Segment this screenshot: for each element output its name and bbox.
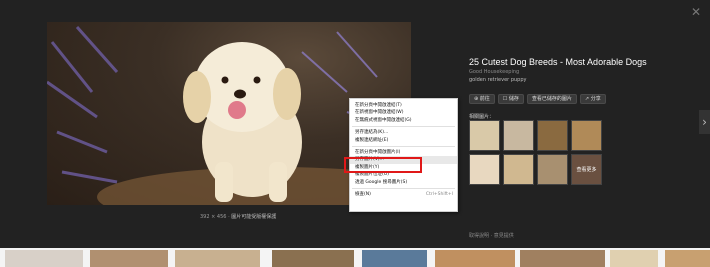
view-saved-button[interactable]: 查看已儲存的圖片 [526,94,577,104]
related-images-grid: 查看更多 [469,120,603,185]
strip-thumb[interactable] [520,250,605,267]
share-button[interactable]: ↗ 分享 [579,94,606,104]
info-panel: 25 Cutest Dog Breeds - Most Adorable Dog… [469,56,691,104]
menu-item-label: 檢查(N) [355,191,371,197]
related-thumb[interactable] [469,154,500,185]
menu-item[interactable]: 在新視窗中開啟連結(W) [350,109,457,116]
menu-item[interactable]: 檢查(N) Ctrl+Shift+I [350,191,457,198]
context-menu: 在新分頁中開啟連結(T) 在新視窗中開啟連結(W) 在無痕式視窗中開啟連結(G) 另存… [349,98,458,212]
related-thumb[interactable] [469,120,500,151]
strip-thumb[interactable] [175,250,260,267]
menu-item[interactable]: 透過 Google 搜尋圖片(S) [350,179,457,186]
menu-separator [352,187,455,189]
strip-thumb[interactable] [435,250,515,267]
menu-item-label: 在新分頁中開啟連結(T) [355,103,402,108]
menu-separator [352,126,455,128]
source-name: Good Housekeeping [469,69,520,75]
related-thumb[interactable] [503,154,534,185]
menu-item[interactable]: 另存連結為(K)... [350,129,457,136]
related-thumb[interactable] [571,120,602,151]
copyright-link[interactable]: 圖片可能受版權保護 [231,214,276,220]
save-button[interactable]: ☐ 儲存 [497,94,524,104]
strip-thumb[interactable] [5,250,83,267]
strip-thumb[interactable] [90,250,168,267]
menu-separator [352,145,455,147]
visit-button[interactable]: ⊕ 前往 [469,94,495,104]
related-images-label: 相關圖片： [469,114,495,120]
related-thumb[interactable] [537,154,568,185]
view-more-button[interactable]: 查看更多 [571,154,602,185]
menu-item-label: 透過 Google 搜尋圖片(S) [355,179,408,185]
menu-item[interactable]: 在新分頁中開啟連結(T) [350,102,457,109]
strip-thumb[interactable] [610,250,658,267]
strip-thumb[interactable] [362,250,427,267]
menu-item[interactable]: 在新分頁中開啟圖片(I) [350,149,457,156]
menu-item-label: 在無痕式視窗中開啟連結(G) [355,117,412,123]
thumbnail-strip [0,248,710,267]
menu-item-label: 在新視窗中開啟連結(W) [355,110,404,116]
menu-item-shortcut: Ctrl+Shift+I [425,191,453,197]
menu-item[interactable]: 複製連結網址(E) [350,137,457,144]
image-size: 392 × 456 [200,214,227,220]
highlight-annotation [344,157,422,173]
close-icon[interactable]: ✕ [690,6,702,18]
strip-thumb[interactable] [272,250,354,267]
chevron-right-icon[interactable]: › [699,110,710,134]
menu-item-label: 另存連結為(K)... [355,130,389,136]
image-meta: 392 × 456 · 圖片可能受版權保護 [200,214,277,220]
menu-item[interactable]: 在無痕式視窗中開啟連結(G) [350,117,457,124]
menu-item-label: 在新分頁中開啟圖片(I) [355,149,401,155]
action-row: ⊕ 前往 ☐ 儲存 查看已儲存的圖片 ↗ 分享 [469,94,691,104]
related-thumb[interactable] [503,120,534,151]
strip-thumb[interactable] [665,250,710,267]
footer-links[interactable]: 取得說明 · 意見提供 [469,232,514,239]
related-thumb[interactable] [537,120,568,151]
image-description: golden retriever puppy [469,77,527,83]
menu-item-label: 複製連結網址(E) [355,137,389,143]
page-title[interactable]: 25 Cutest Dog Breeds - Most Adorable Dog… [469,56,691,68]
